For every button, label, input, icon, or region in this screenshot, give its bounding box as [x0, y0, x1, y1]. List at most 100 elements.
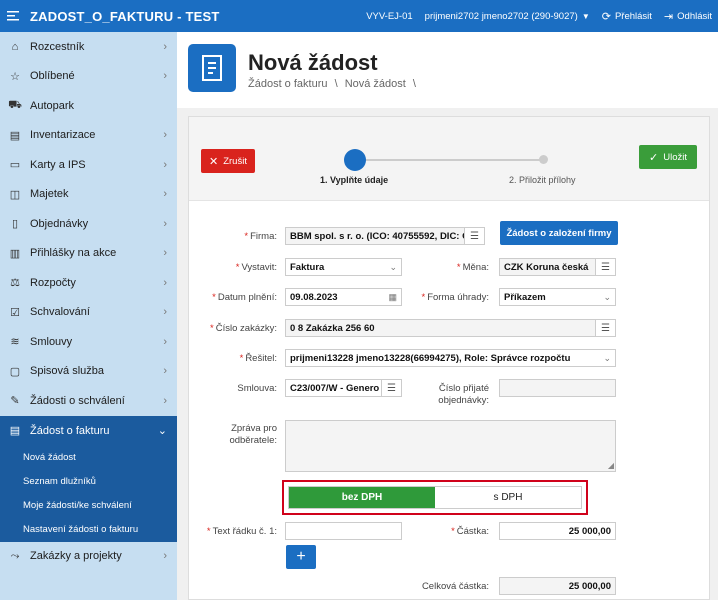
logout-button[interactable]: ⇥ Odhlásit	[658, 0, 718, 32]
cancel-button[interactable]: ✕ Zrušit	[201, 149, 255, 173]
close-icon: ✕	[209, 155, 219, 168]
logout-icon: ⇥	[663, 10, 674, 23]
resize-grip-icon[interactable]: ◢	[608, 461, 614, 470]
pen-icon: ✎	[10, 395, 20, 408]
datum-label: * Datum plnění:	[212, 292, 277, 303]
relogin-button[interactable]: ⟳ Přehlásit	[596, 0, 658, 32]
chevron-right-icon: ›	[163, 40, 167, 53]
sidebar-item-6[interactable]: ▯ Objednávky ›	[0, 209, 177, 239]
sidebar-item-9[interactable]: ☑ Schvalování ›	[0, 298, 177, 328]
text-radku-field[interactable]	[285, 522, 402, 540]
step-1-label: 1. Vyplňte údaje	[320, 175, 389, 185]
sidebar-item-label: Rozpočty	[30, 276, 76, 289]
chevron-right-icon: ›	[163, 188, 167, 201]
forma-label: * Forma úhrady:	[421, 292, 489, 303]
cislo-prijate-field[interactable]	[499, 379, 616, 397]
submenu-item-nova-zadost[interactable]: Nová žádost	[0, 446, 177, 470]
submenu-item-seznam-dluzniku[interactable]: Seznam dlužníků	[0, 470, 177, 494]
sidebar-item-label: Karty a IPS	[30, 158, 86, 171]
sidebar-item-label: Oblíbené	[30, 70, 75, 83]
sidebar-item-8[interactable]: ⚖ Rozpočty ›	[0, 268, 177, 298]
sidebar-item-11[interactable]: ▢ Spisová služba ›	[0, 357, 177, 387]
submenu-item-nastaveni[interactable]: Nastavení žádosti o fakturu	[0, 518, 177, 542]
handshake-icon: ≋	[10, 336, 20, 349]
sidebar: ⌂ Rozcestník › ☆ Oblíbené › ⛟ Autopark ▤ Inventar…	[0, 32, 177, 600]
celkova-label: Celková částka:	[421, 581, 489, 592]
toggle-s-dph[interactable]: s DPH	[435, 487, 581, 508]
sidebar-item-label: Rozcestník	[30, 40, 85, 53]
chevron-right-icon: ›	[163, 129, 167, 142]
save-button[interactable]: ✓ Uložit	[639, 145, 697, 169]
chevron-right-icon: ›	[163, 158, 167, 171]
add-row-button[interactable]: +	[286, 545, 316, 569]
mena-label: * Měna:	[456, 262, 489, 273]
mena-field[interactable]: CZK Koruna česká ☰	[499, 258, 616, 276]
sidebar-item-zakazky[interactable]: ⤳ Zakázky a projekty ›	[0, 541, 177, 571]
sidebar-item-3[interactable]: ▤ Inventarizace ›	[0, 121, 177, 151]
zprava-textarea[interactable]: ◢	[285, 420, 616, 472]
chevron-right-icon: ›	[163, 70, 167, 83]
chevron-right-icon: ›	[163, 276, 167, 289]
list-icon[interactable]: ☰	[595, 259, 615, 275]
hub-icon: ⌂	[11, 40, 19, 53]
menu-toggle-icon[interactable]	[0, 0, 26, 32]
list-icon: ▤	[9, 129, 21, 142]
celkova-field: 25 000,00	[499, 577, 616, 595]
page-header: Nová žádost Žádost o fakturu \ Nová žádo…	[177, 32, 718, 108]
forma-select[interactable]: Příkazem ⌄	[499, 288, 616, 306]
smlouva-field[interactable]: C23/007/W - Genero ☰	[285, 379, 402, 397]
toggle-bez-dph[interactable]: bez DPH	[289, 487, 435, 508]
wizard-bar: ✕ Zrušit 1. Vyplňte údaje 2. Přiložit pří…	[189, 117, 709, 201]
chevron-right-icon: ›	[163, 335, 167, 348]
vystavit-label: * Vystavit:	[235, 262, 277, 273]
sidebar-item-label: Spisová služba	[30, 365, 104, 378]
vystavit-select[interactable]: Faktura ⌄	[285, 258, 402, 276]
submenu-item-moje-zadosti[interactable]: Moje žádosti/ke schválení	[0, 494, 177, 518]
chevron-down-icon: ⌄	[157, 425, 167, 437]
submenu: Nová žádost Seznam dlužníků Moje žádosti…	[0, 445, 177, 542]
chevron-right-icon: ›	[163, 247, 167, 260]
castka-label: * Částka:	[451, 526, 489, 537]
chevron-down-icon: ⌄	[603, 352, 611, 363]
sidebar-item-4[interactable]: ▭ Karty a IPS ›	[0, 150, 177, 180]
checkbox-icon: ☑	[10, 306, 20, 319]
list-icon[interactable]: ☰	[595, 320, 615, 336]
sidebar-item-12[interactable]: ✎ Žádosti o schválení ›	[0, 386, 177, 416]
sidebar-item-2[interactable]: ⛟ Autopark	[0, 91, 177, 121]
sidebar-item-0[interactable]: ⌂ Rozcestník ›	[0, 32, 177, 62]
sidebar-item-1[interactable]: ☆ Oblíbené ›	[0, 62, 177, 92]
sidebar-item-label: Smlouvy	[30, 335, 73, 348]
firma-field[interactable]: BBM spol. s r. o. (ICO: 40755592, DIC: C…	[285, 227, 485, 245]
smlouva-label: Smlouva:	[237, 383, 277, 394]
datum-field[interactable]: 09.08.2023 ▦	[285, 288, 402, 306]
user-menu[interactable]: prijmeni2702 jmeno2702 (290-9027) ▼	[419, 0, 596, 32]
list-icon[interactable]: ☰	[381, 380, 401, 396]
car-icon: ⛟	[8, 98, 22, 111]
sidebar-item-5[interactable]: ◫ Majetek ›	[0, 180, 177, 210]
sidebar-item-label: Autopark	[30, 99, 75, 112]
breadcrumb-current: Nová žádost	[344, 78, 406, 90]
chevron-right-icon: ›	[163, 365, 167, 378]
sidebar-item-10[interactable]: ≋ Smlouvy ›	[0, 327, 177, 357]
breadcrumb-link[interactable]: Žádost o fakturu	[248, 78, 328, 90]
castka-field[interactable]: 25 000,00	[499, 522, 616, 540]
document-icon: ▤	[9, 425, 21, 437]
sidebar-item-7[interactable]: ▥ Přihlášky na akce ›	[0, 239, 177, 269]
calendar-icon[interactable]: ▦	[388, 292, 397, 303]
list-icon[interactable]: ☰	[464, 228, 484, 244]
sidebar-item-zadost-o-fakturu[interactable]: ▤ Žádost o fakturu ⌄	[0, 415, 177, 446]
breadcrumb: Žádost o fakturu \ Nová žádost \	[248, 78, 416, 90]
zakazka-label: * Číslo zakázky:	[210, 323, 277, 334]
chevron-down-icon: ⌄	[603, 291, 611, 302]
cislo-prijate-label: Číslo přijaté objednávky:	[438, 383, 489, 406]
step-2-label: 2. Přiložit přílohy	[509, 175, 576, 185]
step-1-indicator	[344, 149, 366, 171]
ticket-icon: ▥	[9, 247, 21, 260]
star-icon: ☆	[10, 70, 20, 83]
text-radku-label: * Text řádku č. 1:	[206, 526, 277, 537]
step-2-indicator	[539, 155, 548, 164]
firma-request-button[interactable]: Žádost o založení firmy	[500, 221, 618, 245]
resitel-select[interactable]: prijmeni13228 jmeno13228(66994275), Role…	[285, 349, 616, 367]
dph-toggle: bez DPH s DPH	[288, 486, 582, 509]
zakazka-field[interactable]: 0 8 Zakázka 256 60 ☰	[285, 319, 616, 337]
